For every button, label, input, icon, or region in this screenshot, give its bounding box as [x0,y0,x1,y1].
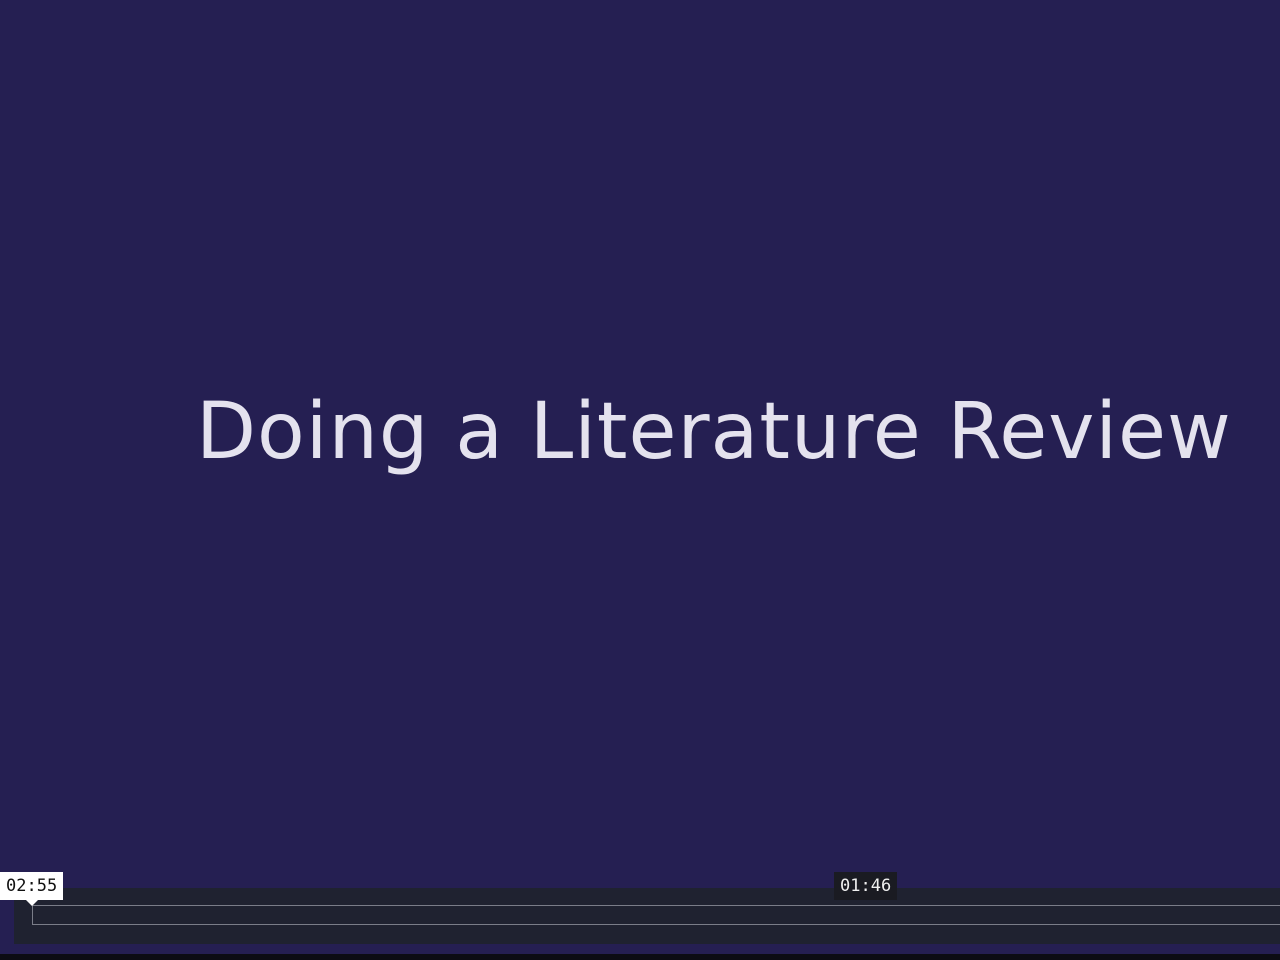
slide-title: Doing a Literature Review [196,387,1232,477]
video-frame[interactable]: Doing a Literature Review 02:55 01:46 [0,0,1280,960]
playhead-time-tooltip[interactable]: 02:55 [0,872,64,906]
hover-time-tooltip: 01:46 [834,872,898,900]
seek-timeline[interactable] [32,905,1280,925]
bottom-edge [0,954,1280,960]
